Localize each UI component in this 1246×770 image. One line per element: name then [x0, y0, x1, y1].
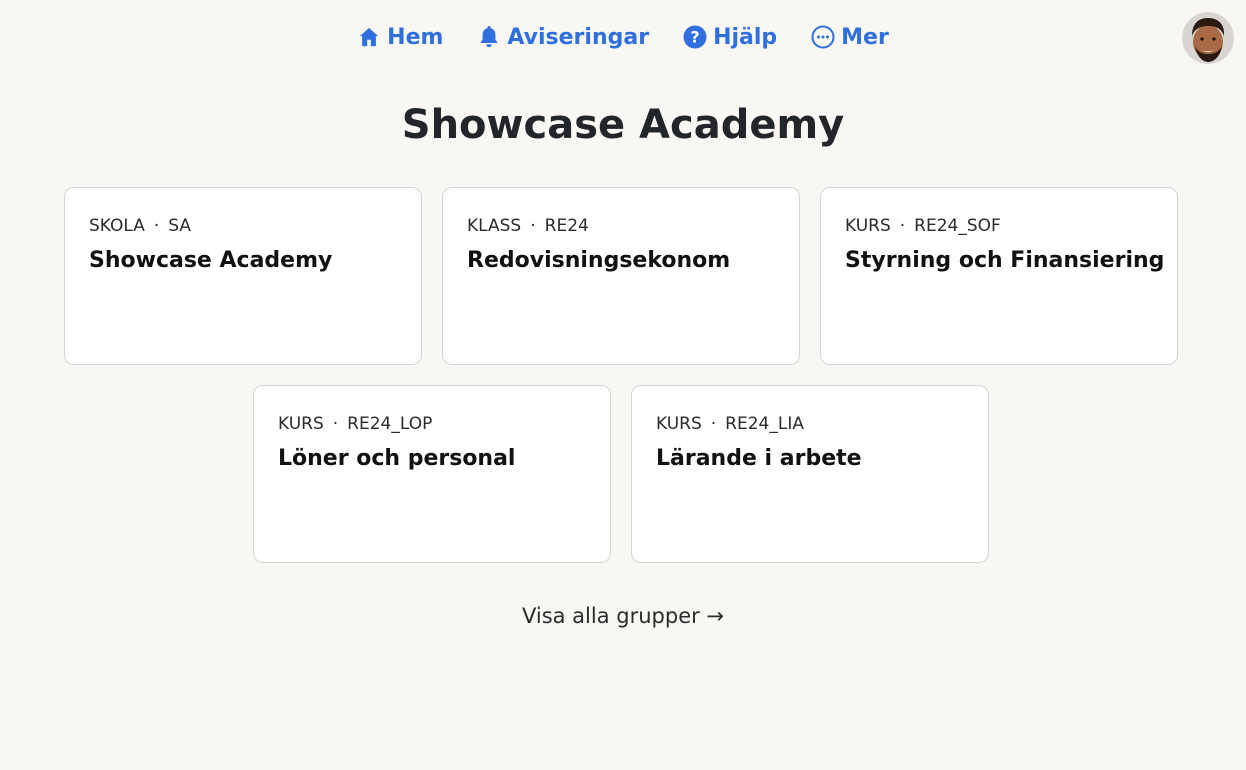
nav-help-label: Hjälp	[713, 24, 778, 50]
nav-home-link[interactable]: Hem	[357, 20, 443, 54]
card-separator: ·	[153, 216, 160, 236]
card-separator: ·	[899, 216, 906, 236]
group-card-course-lia[interactable]: KURS · RE24_LIA Lärande i arbete	[631, 385, 989, 563]
page-title: Showcase Academy	[401, 102, 845, 148]
user-avatar[interactable]	[1182, 12, 1234, 64]
card-code: RE24_SOF	[914, 216, 1001, 236]
nav-notifications-link[interactable]: Aviseringar	[477, 20, 649, 54]
card-title: Redovisningsekonom	[467, 248, 731, 273]
nav-more-link[interactable]: Mer	[811, 20, 889, 54]
card-meta: KURS · RE24_LIA	[656, 414, 964, 434]
nav-home-label: Hem	[387, 24, 444, 50]
group-card-class[interactable]: KLASS · RE24 Redovisningsekonom	[442, 187, 800, 365]
card-title: Löner och personal	[278, 446, 516, 471]
card-meta: KLASS · RE24	[467, 216, 775, 236]
card-separator: ·	[710, 414, 717, 434]
card-meta: SKOLA · SA	[89, 216, 397, 236]
card-code: RE24	[544, 216, 589, 236]
svg-text:?: ?	[690, 28, 699, 47]
help-icon: ?	[683, 25, 707, 49]
card-title: Styrning och Finansiering	[845, 248, 1165, 273]
nav-notifications-label: Aviseringar	[507, 24, 650, 50]
card-type: KURS	[278, 414, 324, 434]
card-title: Lärande i arbete	[656, 446, 862, 471]
group-card-school[interactable]: SKOLA · SA Showcase Academy	[64, 187, 422, 365]
nav-help-link[interactable]: ? Hjälp	[683, 20, 777, 54]
more-icon	[811, 25, 835, 49]
card-meta: KURS · RE24_SOF	[845, 216, 1153, 236]
top-navigation: Hem Aviseringar ? Hjälp Mer	[0, 20, 1246, 54]
card-type: SKOLA	[89, 216, 145, 236]
bell-icon	[477, 25, 501, 49]
card-type: KLASS	[467, 216, 522, 236]
card-separator: ·	[332, 414, 339, 434]
card-title: Showcase Academy	[89, 248, 333, 273]
card-code: RE24_LOP	[347, 414, 433, 434]
card-type: KURS	[845, 216, 891, 236]
card-meta: KURS · RE24_LOP	[278, 414, 586, 434]
nav-more-label: Mer	[841, 24, 889, 50]
group-card-course-sof[interactable]: KURS · RE24_SOF Styrning och Finansierin…	[820, 187, 1178, 365]
group-card-course-lop[interactable]: KURS · RE24_LOP Löner och personal	[253, 385, 611, 563]
card-separator: ·	[530, 216, 536, 236]
card-code: RE24_LIA	[725, 414, 804, 434]
card-code: SA	[168, 216, 192, 236]
home-icon	[357, 25, 381, 49]
show-all-groups-link[interactable]: Visa alla grupper →	[0, 604, 1246, 628]
card-type: KURS	[656, 414, 702, 434]
